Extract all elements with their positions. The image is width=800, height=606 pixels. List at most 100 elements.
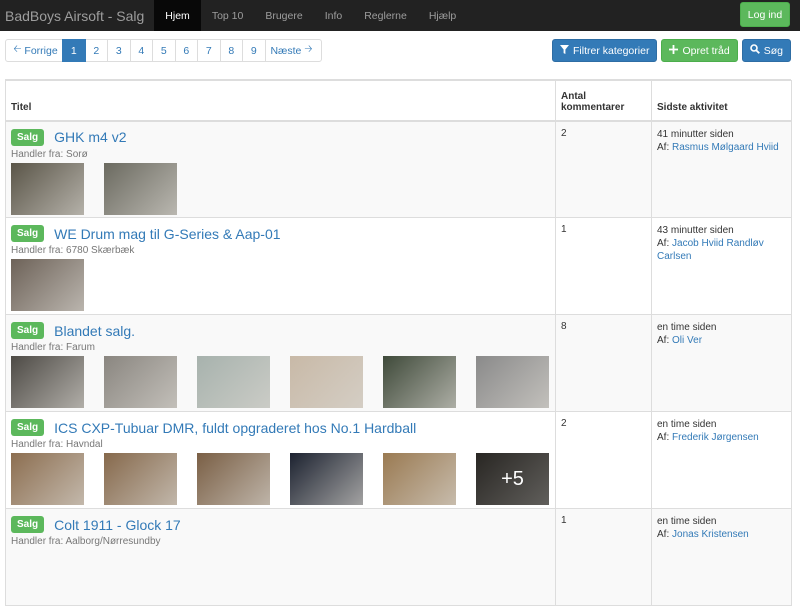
sale-badge: Salg [11,322,45,339]
listing-thumbnail[interactable] [104,356,177,408]
page-1-button[interactable]: 1 [62,39,86,62]
comments-header-line2: kommentarer [561,101,625,113]
nav-item-hjaelp[interactable]: Hjælp [418,0,467,31]
table-row: Salg GHK m4 v2 Handler fra: Sorø 2 41 mi… [5,120,792,218]
listing-thumbnail[interactable] [290,453,363,505]
dealer-location: Handler fra: 6780 Skærbæk [11,245,135,256]
listing-thumbnail[interactable] [11,453,84,505]
listing-thumbnail[interactable] [11,162,84,215]
activity-cell: en time siden Af: Frederik Jørgensen [651,411,792,509]
author-link[interactable]: Rasmus Mølgaard Hviid [672,142,779,153]
author-prefix: Af: [657,432,670,443]
pagination: 🡠 Forrige 1 2 3 4 5 6 7 8 9 Næste 🡢 [5,39,322,62]
listing-title-link[interactable]: GHK m4 v2 [54,129,126,145]
dealer-location: Handler fra: Sorø [11,148,88,160]
arrow-right-icon: 🡢 [304,44,313,55]
nav-item-reglerne[interactable]: Reglerne [353,0,418,31]
nav-item-brugere[interactable]: Brugere [254,0,313,31]
listings-table: Titel Antal kommentarer Sidste aktivitet… [5,79,792,606]
page-8-button[interactable]: 8 [219,39,243,62]
column-header-activity: Sidste aktivitet [651,80,792,122]
login-button[interactable]: Log ind [740,2,790,27]
author-link[interactable]: Frederik Jørgensen [672,432,759,443]
activity-time: en time siden [657,516,717,527]
next-page-label: Næste [270,44,302,57]
dealer-location: Handler fra: Havndal [11,439,103,450]
sale-badge: Salg [11,128,45,146]
listing-title-link[interactable]: Colt 1911 - Glock 17 [54,517,181,533]
nav-item-top10[interactable]: Top 10 [201,0,255,31]
author-prefix: Af: [657,238,670,249]
listing-thumbnail[interactable] [290,356,363,408]
page-4-button[interactable]: 4 [129,39,153,62]
next-page-button[interactable]: Næste 🡢 [264,39,322,62]
column-header-comments: Antal kommentarer [555,80,652,122]
comment-count: 1 [555,217,652,315]
activity-author-line: Af: Oli Ver [657,334,786,347]
thumbnail-strip [11,356,550,408]
comment-count: 1 [555,508,652,606]
thumbnail-strip: +5 [11,453,550,505]
listing-title-line: Salg WE Drum mag til G-Series & Aap-01 [11,224,550,243]
sale-badge: Salg [11,225,45,242]
dealer-location: Handler fra: Farum [11,342,95,353]
filter-categories-button[interactable]: Filtrer kategorier [552,39,658,62]
table-row: Salg WE Drum mag til G-Series & Aap-01 H… [5,217,792,315]
nav-item-info[interactable]: Info [314,0,354,31]
listing-thumbnail[interactable] [11,259,84,311]
filter-label: Filtrer kategorier [573,44,650,57]
filter-icon [560,44,569,57]
activity-time: 43 minutter siden [657,225,734,236]
listing-thumbnail[interactable] [11,356,84,408]
activity-author-line: Af: Jonas Kristensen [657,528,786,541]
listing-thumbnail[interactable]: +5 [476,453,549,505]
listing-thumbnail[interactable] [383,356,456,408]
create-thread-button[interactable]: Opret tråd [661,39,738,62]
arrow-left-icon: 🡠 [13,44,22,55]
activity-cell: 43 minutter siden Af: Jacob Hviid Randlø… [651,217,792,315]
listing-thumbnail[interactable] [476,356,549,408]
comment-count: 2 [555,411,652,509]
thumbnail-strip [11,162,550,215]
comment-count: 8 [555,314,652,412]
author-prefix: Af: [657,141,670,153]
activity-author-line: Af: Frederik Jørgensen [657,431,786,444]
title-cell: Salg ICS CXP-Tubuar DMR, fuldt opgradere… [5,411,556,509]
nav-item-hjem[interactable]: Hjem [154,0,201,31]
site-brand[interactable]: BadBoys Airsoft - Salg [0,0,154,31]
table-row: Salg ICS CXP-Tubuar DMR, fuldt opgradere… [5,411,792,509]
listing-title-line: Salg Colt 1911 - Glock 17 [11,515,550,534]
listing-title-link[interactable]: WE Drum mag til G-Series & Aap-01 [54,226,280,242]
page-3-button[interactable]: 3 [107,39,131,62]
listing-thumbnail[interactable] [383,453,456,505]
page-2-button[interactable]: 2 [84,39,108,62]
listing-title-link[interactable]: Blandet salg. [54,323,135,339]
page-7-button[interactable]: 7 [197,39,221,62]
listing-thumbnail[interactable] [104,162,177,215]
listing-thumbnail[interactable] [104,453,177,505]
prev-page-button[interactable]: 🡠 Forrige [5,39,63,62]
listing-title-link[interactable]: ICS CXP-Tubuar DMR, fuldt opgraderet hos… [54,420,416,436]
author-prefix: Af: [657,529,670,540]
more-images-count[interactable]: +5 [476,453,549,505]
page-5-button[interactable]: 5 [152,39,176,62]
table-row: Salg Colt 1911 - Glock 17 Handler fra: A… [5,508,792,606]
column-header-title: Titel [5,80,556,122]
listing-thumbnail[interactable] [197,453,270,505]
search-label: Søg [763,44,783,57]
prev-page-label: Forrige [24,44,58,57]
page-9-button[interactable]: 9 [242,39,266,62]
author-prefix: Af: [657,335,670,346]
author-link[interactable]: Jonas Kristensen [672,529,749,540]
activity-time: en time siden [657,419,717,430]
author-link[interactable]: Oli Ver [672,335,702,346]
create-thread-label: Opret tråd [682,44,730,57]
page-6-button[interactable]: 6 [174,39,198,62]
activity-cell: 41 minutter siden Af: Rasmus Mølgaard Hv… [651,120,792,218]
toolbar: 🡠 Forrige 1 2 3 4 5 6 7 8 9 Næste 🡢 Filt… [0,31,800,67]
search-button[interactable]: Søg [741,39,791,62]
author-link[interactable]: Jacob Hviid Randløv Carlsen [657,238,764,262]
activity-time: en time siden [657,322,717,333]
listing-thumbnail[interactable] [197,356,270,408]
search-icon [749,44,760,57]
